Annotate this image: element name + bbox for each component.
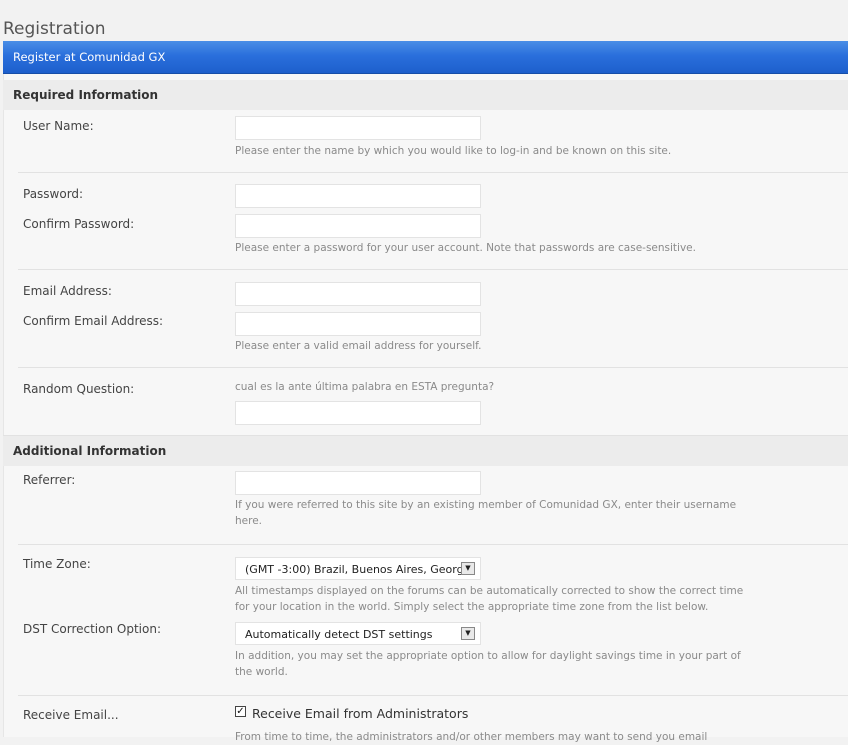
referrer-input[interactable] xyxy=(235,471,481,495)
dropdown-arrow-icon[interactable]: ▼ xyxy=(461,627,475,640)
email-hint: Please enter a valid email address for y… xyxy=(235,340,482,352)
random-question-text: cual es la ante última palabra en ESTA p… xyxy=(235,381,495,393)
dst-selected-value: Automatically detect DST settings xyxy=(245,628,433,641)
dst-label: DST Correction Option: xyxy=(23,622,161,636)
password-label: Password: xyxy=(23,187,84,201)
username-label: User Name: xyxy=(23,119,94,133)
time-zone-selected-value: (GMT -3:00) Brazil, Buenos Aires, George… xyxy=(245,563,461,576)
receive-email-checkbox[interactable]: ✓ xyxy=(235,706,246,717)
referrer-label: Referrer: xyxy=(23,473,76,487)
time-zone-select[interactable]: (GMT -3:00) Brazil, Buenos Aires, George… xyxy=(235,557,481,580)
divider xyxy=(18,172,848,173)
confirm-email-label: Confirm Email Address: xyxy=(23,314,164,328)
receive-email-hint: From time to time, the administrators an… xyxy=(235,731,708,743)
username-input[interactable] xyxy=(235,116,481,140)
page-title: Registration xyxy=(3,19,106,39)
dst-hint-line1: In addition, you may set the appropriate… xyxy=(235,650,741,662)
username-hint: Please enter the name by which you would… xyxy=(235,145,672,157)
receive-email-checkbox-label[interactable]: Receive Email from Administrators xyxy=(252,706,468,721)
dst-select[interactable]: Automatically detect DST settings ▼ xyxy=(235,622,481,645)
divider xyxy=(18,269,848,270)
section-required: Required Information xyxy=(3,80,848,110)
random-question-input[interactable] xyxy=(235,401,481,425)
time-zone-hint-line1: All timestamps displayed on the forums c… xyxy=(235,585,744,597)
section-additional: Additional Information xyxy=(3,436,848,466)
section-additional-title: Additional Information xyxy=(13,444,167,458)
dst-hint-line2: the world. xyxy=(235,666,288,678)
password-hint: Please enter a password for your user ac… xyxy=(235,242,696,254)
divider xyxy=(18,695,848,696)
email-label: Email Address: xyxy=(23,284,112,298)
dropdown-arrow-icon[interactable]: ▼ xyxy=(461,562,475,575)
confirm-password-label: Confirm Password: xyxy=(23,217,135,231)
referrer-hint-line2: here. xyxy=(235,515,262,527)
confirm-email-input[interactable] xyxy=(235,312,481,336)
divider xyxy=(18,544,848,545)
referrer-hint-line1: If you were referred to this site by an … xyxy=(235,499,737,511)
confirm-password-input[interactable] xyxy=(235,214,481,238)
section-required-title: Required Information xyxy=(13,88,159,102)
form-header-bar: Register at Comunidad GX xyxy=(3,41,848,74)
password-input[interactable] xyxy=(235,184,481,208)
time-zone-label: Time Zone: xyxy=(23,557,91,571)
random-question-label: Random Question: xyxy=(23,382,135,396)
receive-email-label: Receive Email... xyxy=(23,708,119,722)
form-header-label: Register at Comunidad GX xyxy=(13,50,166,64)
divider xyxy=(18,367,848,368)
time-zone-hint-line2: for your location in the world. Simply s… xyxy=(235,601,709,613)
email-input[interactable] xyxy=(235,282,481,306)
